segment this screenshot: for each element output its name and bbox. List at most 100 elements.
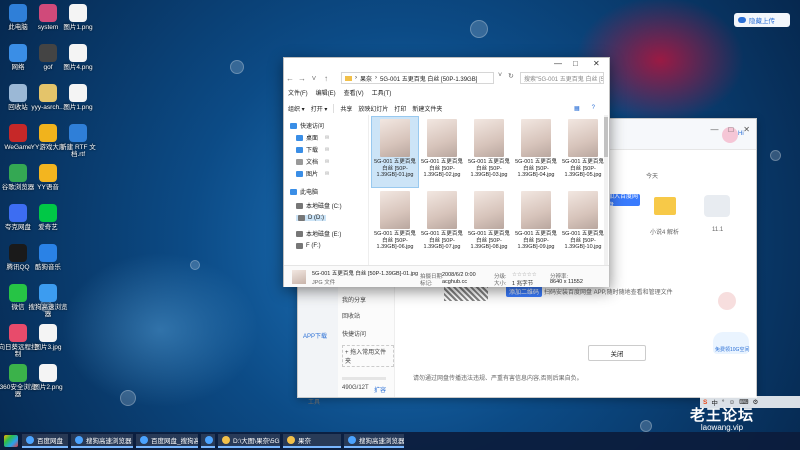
- maximize-button[interactable]: □: [573, 59, 578, 68]
- close-button[interactable]: 关闭: [588, 345, 646, 361]
- taskbar-button[interactable]: 果奈: [283, 434, 341, 448]
- tree-item[interactable]: 本地磁盘 (E:): [296, 229, 341, 238]
- tree-item[interactable]: 图片 ✉: [296, 169, 329, 178]
- maximize-button[interactable]: □: [728, 125, 733, 134]
- top-upload-pill[interactable]: 隐藏上传: [734, 13, 790, 27]
- tree-item[interactable]: 快速访问: [290, 121, 324, 130]
- menu-item[interactable]: 查看(V): [344, 88, 364, 97]
- join-netdisk-button[interactable]: 加入百度网盘: [608, 194, 640, 209]
- tree-item[interactable]: 桌面 ✉: [296, 133, 329, 142]
- tree-item[interactable]: 下载 ✉: [296, 145, 329, 154]
- file-thumbnail[interactable]: 5G-001 五更百鬼 白丝 [50P-1.39GB]-02.jpg: [419, 117, 465, 187]
- close-window-button[interactable]: ✕: [743, 125, 750, 134]
- tray-icon[interactable]: ☺: [728, 399, 735, 406]
- up-arrow-icon[interactable]: ↑: [320, 74, 332, 83]
- breadcrumb-item[interactable]: 果奈: [360, 74, 372, 83]
- details-rating-value[interactable]: ☆☆☆☆☆: [512, 272, 537, 278]
- close-window-button[interactable]: ✕: [593, 59, 600, 68]
- free-space-bubble[interactable]: 免费领10G空间: [713, 332, 749, 354]
- nav-quick-access[interactable]: 快捷访问: [342, 329, 366, 338]
- tray-icon[interactable]: °: [722, 399, 725, 406]
- command-button[interactable]: 新建文件夹: [412, 104, 442, 113]
- desktop-icon[interactable]: 爱奇艺: [28, 204, 68, 231]
- command-button[interactable]: 放映幻灯片: [358, 104, 388, 113]
- app-icon: [9, 324, 27, 342]
- search-input[interactable]: 搜索"5G-001 五更百鬼 白丝 [50P-1.39G...: [520, 72, 604, 84]
- minimize-button[interactable]: —: [554, 59, 562, 68]
- taskbar-button[interactable]: 百度网盘_搜狗高速浏...: [136, 434, 198, 448]
- view-options-icon[interactable]: ▦: [574, 105, 580, 112]
- back-arrow-icon[interactable]: ←: [284, 74, 296, 83]
- file-thumbnail[interactable]: 5G-001 五更百鬼 白丝 [50P-1.39GB]-03.jpg: [466, 117, 512, 187]
- forward-arrow-icon[interactable]: →: [296, 74, 308, 83]
- taskbar-button[interactable]: 搜狗高速浏览器 - [收藏...: [71, 434, 133, 448]
- mascot-icon[interactable]: [718, 292, 736, 310]
- minimize-button[interactable]: —: [710, 125, 718, 134]
- pin-icon[interactable]: ✉: [325, 147, 329, 153]
- desktop-icon[interactable]: 搜狗高速浏览器: [28, 284, 68, 318]
- tray-icon[interactable]: ⌨: [739, 398, 748, 406]
- tree-item[interactable]: 本地磁盘 (C:): [296, 201, 342, 210]
- folder-icon[interactable]: [654, 197, 676, 215]
- scrollbar-thumb[interactable]: [604, 117, 608, 157]
- desktop-icon[interactable]: 图片4.png: [58, 44, 98, 71]
- file-thumbnail[interactable]: 5G-001 五更百鬼 白丝 [50P-1.39GB]-05.jpg: [560, 117, 604, 187]
- taskbar-button[interactable]: D:\大图\果奈\5G-0...: [218, 434, 280, 448]
- cloud-folder-icon[interactable]: [704, 195, 730, 217]
- add-folder-dropzone[interactable]: + 拖入常用文件夹: [342, 345, 394, 367]
- history-chevron-icon[interactable]: ˅: [308, 74, 320, 83]
- pin-icon[interactable]: ✉: [325, 159, 329, 165]
- desktop-icon[interactable]: YY语音: [28, 164, 68, 191]
- file-thumbnail[interactable]: 5G-001 五更百鬼 白丝 [50P-1.39GB]-09.jpg: [513, 189, 559, 259]
- tree-item[interactable]: D (D:): [296, 215, 326, 221]
- file-thumbnail[interactable]: 5G-001 五更百鬼 白丝 [50P-1.39GB]-04.jpg: [513, 117, 559, 187]
- desktop-icon-label: 爱奇艺: [38, 224, 58, 231]
- desktop-icon[interactable]: 酷狗音乐: [28, 244, 68, 271]
- menu-item[interactable]: 文件(F): [288, 88, 308, 97]
- desktop-icon[interactable]: 新建 RTF 文档.rtf: [58, 124, 98, 158]
- tree-item[interactable]: 此电脑: [290, 187, 318, 196]
- tools-label[interactable]: 工具: [308, 397, 320, 406]
- nav-my-share[interactable]: 我的分享: [342, 295, 366, 304]
- help-icon[interactable]: ?: [592, 105, 595, 111]
- command-button[interactable]: 共享: [340, 104, 352, 113]
- file-thumbnail[interactable]: 5G-001 五更百鬼 白丝 [50P-1.39GB]-01.jpg: [371, 116, 419, 188]
- tray-icon[interactable]: S: [703, 399, 707, 406]
- dropdown-chevron-icon[interactable]: ˅: [498, 72, 502, 79]
- desktop-icon[interactable]: 图片3.jpg: [28, 324, 68, 351]
- file-thumbnail[interactable]: 5G-001 五更百鬼 白丝 [50P-1.39GB]-07.jpg: [419, 189, 465, 259]
- taskbar-button[interactable]: [201, 434, 215, 448]
- tray-icon[interactable]: ⚙: [752, 398, 758, 406]
- command-button[interactable]: 组织 ▾: [288, 104, 305, 113]
- taskbar-button[interactable]: 百度网盘: [22, 434, 68, 448]
- app-icon: [287, 436, 295, 444]
- tray-icon[interactable]: 中: [711, 397, 718, 407]
- command-button[interactable]: 打印: [394, 104, 406, 113]
- pin-icon[interactable]: ✉: [325, 135, 329, 141]
- pin-icon[interactable]: ✉: [325, 171, 329, 177]
- nav-recycle-bin[interactable]: 回收站: [342, 311, 360, 320]
- command-button[interactable]: 打开 ▾: [311, 104, 328, 113]
- menu-item[interactable]: 编辑(E): [316, 88, 336, 97]
- pill-label: 隐藏上传: [749, 18, 775, 25]
- tree-item[interactable]: F (F:): [296, 243, 321, 249]
- breadcrumb-item[interactable]: 5G-001 五更百鬼 白丝 [50P-1.39GB]: [380, 74, 477, 83]
- file-thumbnail[interactable]: 5G-001 五更百鬼 白丝 [50P-1.39GB]-08.jpg: [466, 189, 512, 259]
- desktop-icon[interactable]: 图片1.png: [58, 84, 98, 111]
- vertical-scrollbar[interactable]: [604, 115, 608, 265]
- taskbar-label: 百度网盘: [37, 438, 63, 445]
- desktop-icon[interactable]: 图片1.png: [58, 4, 98, 31]
- taskbar-button[interactable]: 搜狗高速浏览器(3): [344, 434, 404, 448]
- menu-item[interactable]: 工具(T): [372, 88, 392, 97]
- watermark-title: 老王论坛: [690, 407, 755, 424]
- desktop-icon[interactable]: 图片2.png: [28, 364, 68, 391]
- address-bar[interactable]: › 果奈 › 5G-001 五更百鬼 白丝 [50P-1.39GB]: [341, 72, 494, 84]
- file-thumbnail[interactable]: 5G-001 五更百鬼 白丝 [50P-1.39GB]-06.jpg: [372, 189, 418, 259]
- file-thumbnail[interactable]: 5G-001 五更百鬼 白丝 [50P-1.39GB]-10.jpg: [560, 189, 604, 259]
- refresh-icon[interactable]: ↻: [508, 72, 514, 80]
- expand-storage-link[interactable]: 扩容: [374, 385, 386, 394]
- file-name: 5G-001 五更百鬼 白丝 [50P-1.39GB]-02.jpg: [421, 159, 463, 178]
- tree-item[interactable]: 文档 ✉: [296, 157, 329, 166]
- start-button[interactable]: [4, 435, 18, 447]
- app-download-label[interactable]: APP下载: [303, 331, 327, 340]
